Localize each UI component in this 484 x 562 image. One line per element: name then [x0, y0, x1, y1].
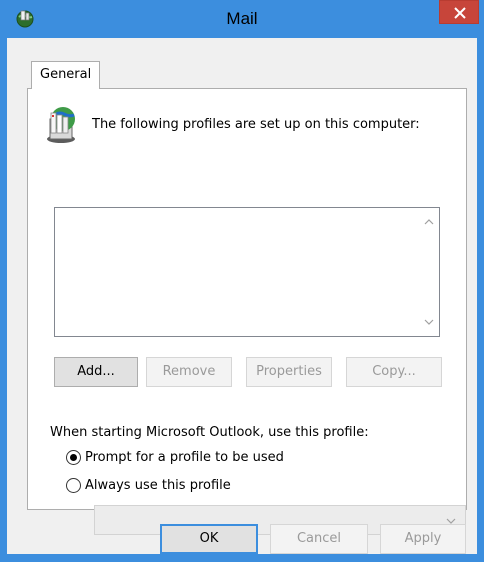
- profiles-heading: The following profiles are set up on thi…: [92, 117, 420, 132]
- remove-button[interactable]: Remove: [146, 357, 232, 387]
- close-icon: [454, 7, 466, 19]
- title-bar: Mail: [0, 0, 484, 38]
- add-button[interactable]: Add...: [54, 357, 138, 387]
- radio-label: Prompt for a profile to be used: [85, 450, 284, 465]
- scroll-down-icon[interactable]: [423, 316, 435, 328]
- profiles-icon: [47, 107, 75, 143]
- window-title: Mail: [226, 9, 258, 28]
- dialog-body: General The following profiles are set u…: [7, 38, 477, 554]
- properties-button[interactable]: Properties: [246, 357, 332, 387]
- radio-button[interactable]: [66, 450, 81, 465]
- tab-general[interactable]: General: [31, 61, 101, 89]
- scroll-up-icon[interactable]: [423, 216, 435, 228]
- radio-label: Always use this profile: [85, 478, 231, 493]
- copy-button[interactable]: Copy...: [346, 357, 442, 387]
- cancel-button[interactable]: Cancel: [270, 524, 368, 554]
- radio-prompt-profile[interactable]: Prompt for a profile to be used: [66, 450, 284, 465]
- radio-button[interactable]: [66, 478, 81, 493]
- apply-button[interactable]: Apply: [380, 524, 466, 554]
- radio-always-use-profile[interactable]: Always use this profile: [66, 478, 231, 493]
- ok-button[interactable]: OK: [160, 524, 258, 554]
- close-button[interactable]: [439, 0, 479, 24]
- profile-list[interactable]: [54, 207, 440, 337]
- general-tab-panel: The following profiles are set up on thi…: [27, 88, 467, 535]
- startup-profile-label: When starting Microsoft Outlook, use thi…: [50, 425, 369, 440]
